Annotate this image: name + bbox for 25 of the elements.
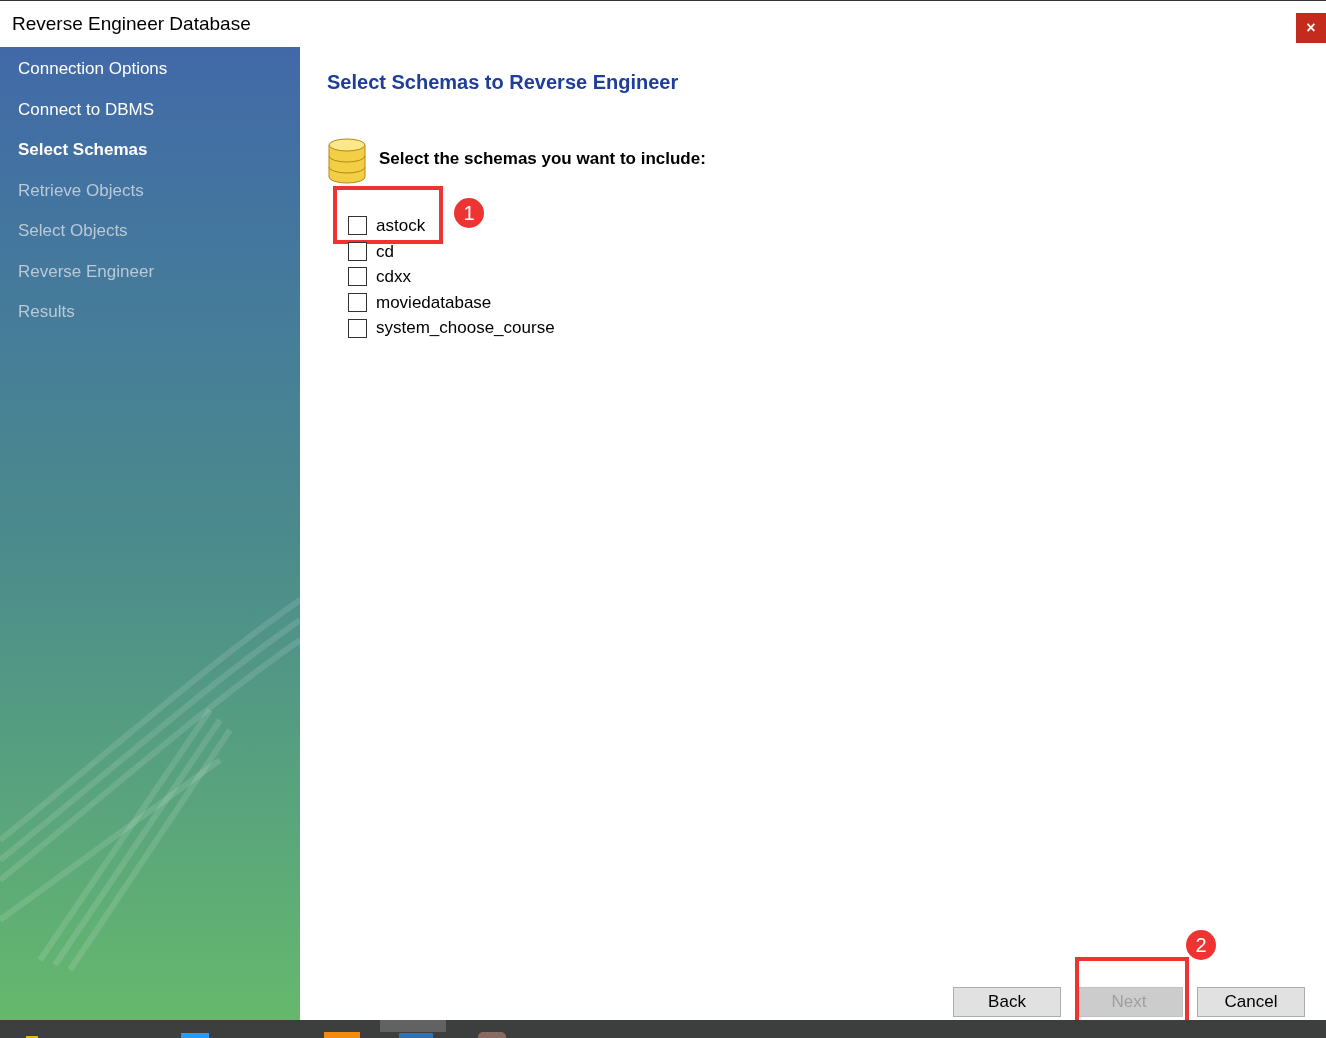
schema-checkbox[interactable] xyxy=(348,318,367,338)
wizard-step: Retrieve Objects xyxy=(18,180,144,200)
schema-checkbox[interactable] xyxy=(348,267,367,287)
wizard-step: Reverse Engineer xyxy=(18,261,155,281)
callout-badge: 2 xyxy=(1186,930,1216,960)
schema-name: cdxx xyxy=(376,266,411,289)
schema-checkbox[interactable] xyxy=(348,293,367,313)
schema-name: astock xyxy=(376,215,426,238)
wizard-step: Connect to DBMS xyxy=(18,99,155,119)
callout-badge: 1 xyxy=(454,198,484,228)
schema-name: system_choose_course xyxy=(376,317,555,340)
wizard-step: Select Schemas xyxy=(18,140,148,159)
wizard-button[interactable]: Back xyxy=(953,987,1061,1017)
close-button[interactable]: × xyxy=(1296,12,1326,43)
schema-name: moviedatabase xyxy=(376,291,492,314)
window-title: Reverse Engineer Database xyxy=(12,11,251,36)
wizard-button[interactable]: Cancel xyxy=(1197,987,1305,1017)
wizard-step: Select Objects xyxy=(18,221,128,240)
prompt-text: Select the schemas you want to include: xyxy=(379,148,706,171)
schema-name: cd xyxy=(376,240,394,263)
wizard-step: Results xyxy=(18,302,75,321)
schema-checkbox[interactable] xyxy=(348,216,367,236)
database-icon xyxy=(327,137,367,185)
wizard-step: Connection Options xyxy=(18,59,168,78)
page-heading: Select Schemas to Reverse Engineer xyxy=(327,70,680,95)
